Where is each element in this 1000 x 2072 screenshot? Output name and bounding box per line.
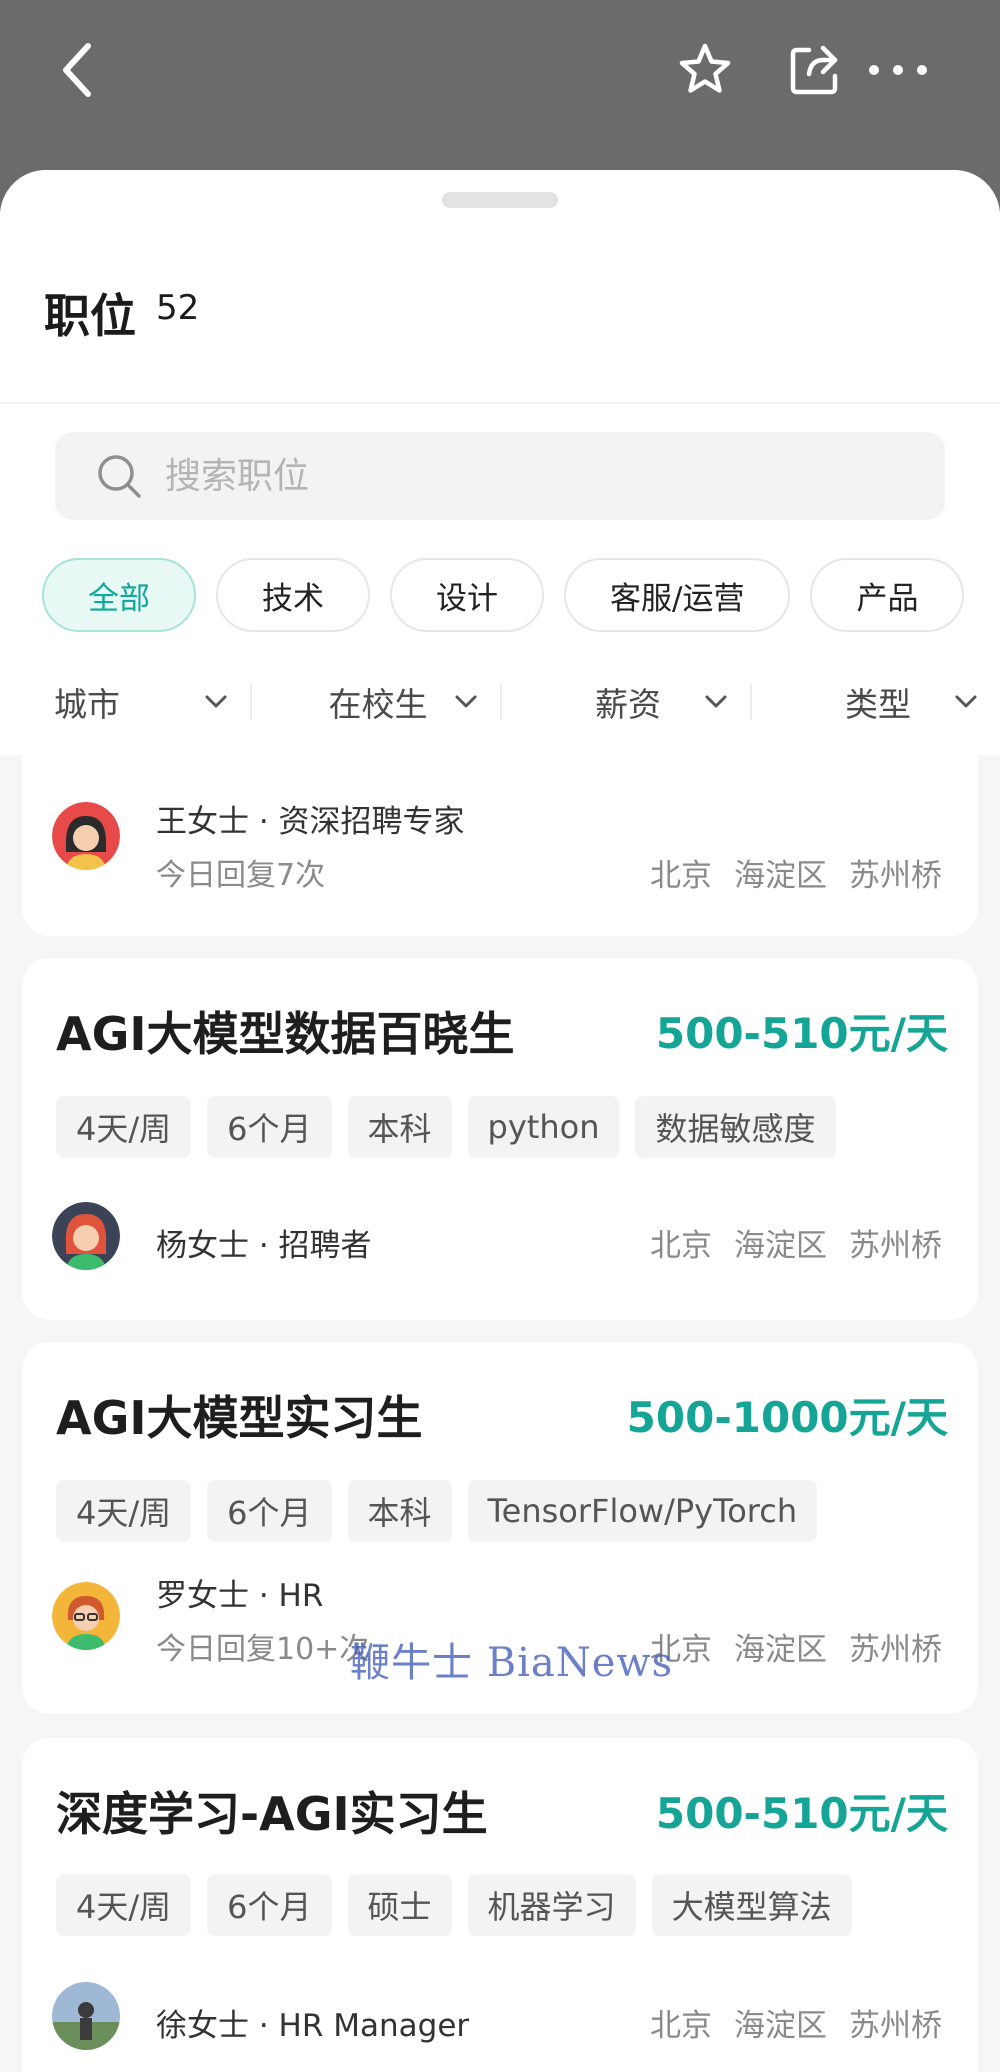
- filter-label: 薪资: [595, 685, 661, 724]
- job-tag: 4天/周: [56, 1480, 192, 1542]
- chip-ops[interactable]: 客服/运营: [564, 558, 791, 632]
- job-count: 52: [156, 288, 200, 328]
- filter-type[interactable]: 类型: [750, 658, 1000, 746]
- job-tag: 硕士: [347, 1874, 452, 1936]
- job-title: AGI大模型实习生: [56, 1391, 423, 1445]
- chip-product[interactable]: 产品: [810, 558, 965, 632]
- filter-label: 类型: [845, 685, 911, 724]
- drag-handle[interactable]: [442, 192, 558, 208]
- job-tags: 4天/周 6个月 硕士 机器学习 大模型算法: [56, 1874, 852, 1936]
- job-tag: 6个月: [207, 1096, 332, 1158]
- job-tag: 6个月: [207, 1874, 332, 1936]
- avatar: [52, 1582, 120, 1650]
- divider: [0, 402, 1000, 404]
- reply-stat: 今日回复7次: [156, 858, 326, 893]
- location-city: 北京: [650, 1228, 712, 1264]
- job-location: 北京 海淀区 苏州桥: [650, 1220, 942, 1265]
- job-tag: 4天/周: [56, 1096, 192, 1158]
- recruiter-name: 徐女士 · HR Manager: [156, 2008, 470, 2044]
- location-area: 苏州桥: [849, 1228, 942, 1264]
- more-button[interactable]: [858, 30, 938, 110]
- job-title: 深度学习-AGI实习生: [56, 1787, 488, 1841]
- reply-stat: 今日回复10+次: [156, 1632, 370, 1667]
- recruiter-name: 罗女士 · HR: [156, 1578, 324, 1614]
- filter-salary[interactable]: 薪资: [500, 658, 750, 746]
- star-icon: [679, 43, 731, 93]
- job-list-sheet: 职位 52 全部技术设计客服/运营产品 城市 在校生 薪资 类型: [0, 170, 1000, 2072]
- job-location: 北京 海淀区 苏州桥: [650, 2000, 942, 2045]
- job-tag: 本科: [347, 1096, 452, 1158]
- location-city: 北京: [650, 2008, 712, 2044]
- chevron-down-icon: [955, 695, 977, 708]
- job-tags: 4天/周 6个月 本科 python 数据敏感度: [56, 1096, 836, 1158]
- job-tag: TensorFlow/PyTorch: [467, 1480, 818, 1542]
- filter-label: 在校生: [328, 685, 428, 724]
- chevron-down-icon: [455, 695, 477, 708]
- page-title: 职位: [44, 289, 136, 343]
- job-salary: 500-510元/天: [655, 1789, 948, 1838]
- location-district: 海淀区: [734, 1632, 827, 1668]
- filter-label: 城市: [54, 685, 120, 724]
- search-input[interactable]: [165, 455, 865, 497]
- job-tags: 4天/周 6个月 本科 TensorFlow/PyTorch: [56, 1480, 818, 1542]
- job-card[interactable]: 深度学习-AGI实习生 500-510元/天 4天/周 6个月 硕士 机器学习 …: [22, 1738, 978, 2072]
- recruiter-name: 王女士 · 资深招聘专家: [156, 804, 465, 840]
- chevron-left-icon: [63, 43, 91, 97]
- chip-all[interactable]: 全部: [42, 558, 196, 632]
- location-city: 北京: [650, 858, 712, 894]
- chip-tech[interactable]: 技术: [216, 558, 370, 632]
- avatar: [52, 802, 120, 870]
- search-bar[interactable]: [55, 432, 945, 520]
- search-icon: [98, 455, 141, 498]
- recruiter-name: 杨女士 · 招聘者: [156, 1228, 372, 1264]
- location-area: 苏州桥: [849, 1632, 942, 1668]
- filter-student[interactable]: 在校生: [250, 658, 500, 746]
- chevron-down-icon: [705, 695, 727, 708]
- favorite-button[interactable]: [665, 30, 745, 110]
- job-location: 北京 海淀区 苏州桥: [650, 850, 942, 895]
- top-bar: [0, 0, 1000, 175]
- avatar: [52, 1982, 120, 2050]
- job-tag: 4天/周: [56, 1874, 192, 1936]
- filter-city[interactable]: 城市: [0, 658, 250, 746]
- chip-design[interactable]: 设计: [390, 558, 544, 632]
- job-title: AGI大模型数据百晓生: [56, 1007, 515, 1061]
- share-icon: [790, 45, 838, 95]
- share-button[interactable]: [775, 30, 855, 110]
- chevron-down-icon: [205, 695, 227, 708]
- job-tag: 本科: [347, 1480, 452, 1542]
- job-location: 北京 海淀区 苏州桥: [650, 1624, 942, 1669]
- category-chips: 全部 技术 设计 客服/运营 产品: [42, 558, 1000, 634]
- job-salary: 500-510元/天: [655, 1009, 948, 1058]
- location-district: 海淀区: [734, 2008, 827, 2044]
- watermark: 鞭牛士 BiaNews: [350, 1640, 674, 1686]
- back-button[interactable]: [38, 30, 118, 110]
- location-district: 海淀区: [734, 1228, 827, 1264]
- job-tag: 大模型算法: [651, 1874, 852, 1936]
- job-card[interactable]: AGI大模型数据百晓生 500-510元/天 4天/周 6个月 本科 pytho…: [22, 958, 978, 1320]
- filter-bar: 城市 在校生 薪资 类型: [0, 658, 1000, 746]
- job-salary: 500-1000元/天: [626, 1393, 948, 1442]
- job-tag: python: [467, 1096, 620, 1158]
- more-horizontal-icon: [869, 65, 927, 75]
- job-tag: 6个月: [207, 1480, 332, 1542]
- job-tag: 机器学习: [467, 1874, 636, 1936]
- job-tag: 数据敏感度: [635, 1096, 836, 1158]
- location-area: 苏州桥: [849, 2008, 942, 2044]
- location-district: 海淀区: [734, 858, 827, 894]
- sheet-header: 职位 52 全部技术设计客服/运营产品 城市 在校生 薪资 类型: [0, 170, 1000, 755]
- avatar: [52, 1202, 120, 1270]
- location-area: 苏州桥: [849, 858, 942, 894]
